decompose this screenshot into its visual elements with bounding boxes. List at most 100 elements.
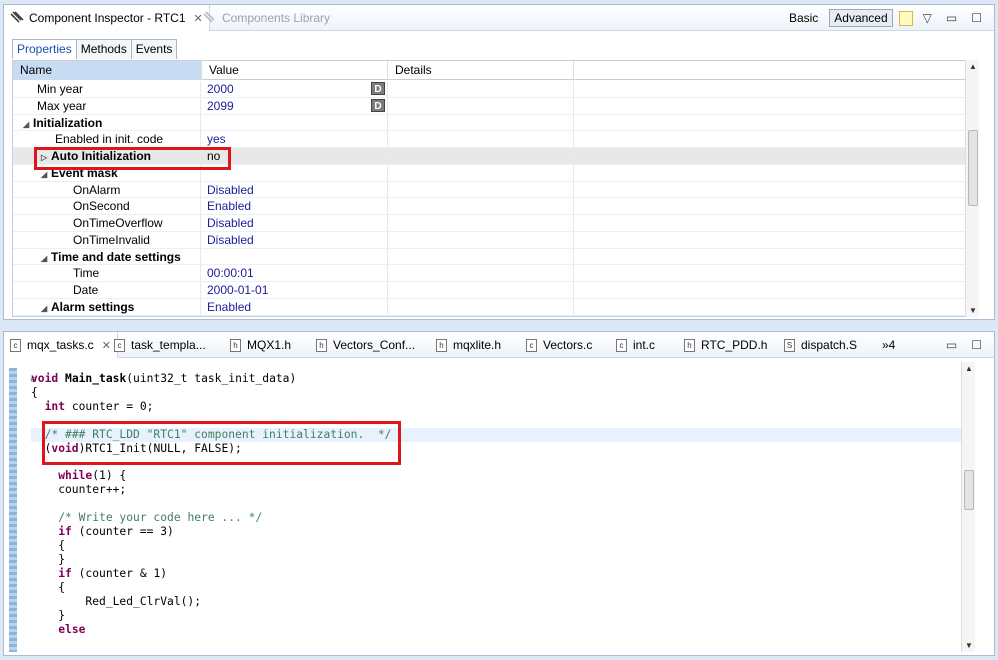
table-row[interactable]: OnTimeInvalid Disabled [13, 231, 971, 249]
code-line[interactable]: int counter = 0; [31, 400, 969, 414]
tab-dispatch-s[interactable]: S dispatch.S [778, 332, 863, 358]
expand-down-icon[interactable]: ◢ [23, 117, 33, 133]
column-header-details[interactable]: Details [388, 61, 574, 80]
scroll-down-icon[interactable]: ▼ [966, 306, 980, 315]
property-name: Min year [13, 81, 201, 97]
editor-view-controls: ▭ ☐ [942, 332, 986, 358]
code-line[interactable]: } [31, 553, 969, 567]
property-name: OnTimeOverflow [13, 215, 201, 231]
c-file-icon: c [616, 338, 627, 352]
editor-tab-label: int.c [633, 338, 656, 352]
column-header-name[interactable]: Name [13, 61, 202, 80]
tab-overflow-button[interactable]: »4 [876, 332, 901, 358]
editor-tab-label: dispatch.S [801, 338, 858, 352]
basic-mode-button[interactable]: Basic [784, 9, 823, 27]
advanced-mode-button[interactable]: Advanced [829, 9, 893, 27]
column-header-value[interactable]: Value [202, 61, 388, 80]
property-name: OnAlarm [13, 181, 201, 198]
table-row[interactable]: Min year 2000 D [13, 81, 971, 98]
maximize-icon[interactable]: ☐ [967, 11, 986, 25]
table-row[interactable]: OnAlarm Disabled [13, 181, 971, 199]
h-file-icon: h [230, 338, 241, 352]
code-line[interactable]: } [31, 609, 969, 623]
scroll-up-icon[interactable]: ▲ [966, 62, 980, 71]
editor-tab-label: Vectors_Conf... [333, 338, 416, 352]
code-text[interactable]: void Main_task(uint32_t task_init_data){… [31, 372, 969, 637]
scrollbar-thumb[interactable] [968, 130, 978, 206]
tab-rtc-pdd-h[interactable]: h RTC_PDD.h [678, 332, 773, 358]
code-line[interactable]: if (counter == 3) [31, 525, 969, 539]
code-line[interactable]: Red_Led_ClrVal(); [31, 595, 969, 609]
tab-vectors-c[interactable]: c Vectors.c [520, 332, 598, 358]
tab-int-c[interactable]: c int.c [610, 332, 661, 358]
scroll-down-icon[interactable]: ▼ [962, 641, 976, 650]
code-line[interactable]: void Main_task(uint32_t task_init_data) [31, 372, 969, 386]
table-row[interactable]: OnSecond Enabled [13, 198, 971, 215]
highlight-box-auto-initialization [34, 147, 231, 170]
property-name: Enabled in init. code [13, 131, 201, 148]
c-file-icon: c [526, 338, 537, 352]
table-row[interactable]: ◢ Alarm settings Enabled [13, 298, 971, 316]
table-row[interactable]: Max year 2099 D [13, 97, 971, 115]
view-menu-icon[interactable]: ▽ [919, 11, 936, 25]
property-name: Time [13, 265, 201, 282]
property-name: Alarm settings [51, 299, 135, 314]
subtab-properties[interactable]: Properties [12, 39, 77, 59]
expand-down-icon[interactable]: ◢ [41, 251, 51, 267]
property-name: OnSecond [13, 198, 201, 215]
property-value: Enabled [202, 298, 388, 315]
editor-tab-label: RTC_PDD.h [701, 338, 768, 352]
code-line[interactable]: /* Write your code here ... */ [31, 511, 969, 525]
tab-mqx-tasks-c[interactable]: c mqx_tasks.c ✕ [4, 332, 118, 358]
tab-components-library[interactable]: Components Library [197, 5, 336, 31]
subtab-events[interactable]: Events [130, 39, 178, 59]
editor-scrollbar[interactable]: ▲ ▼ [961, 362, 975, 652]
property-value-cell: 2099 D [202, 97, 388, 114]
code-line[interactable]: while(1) { [31, 469, 969, 483]
tab-mqxlite-h[interactable]: h mqxlite.h [430, 332, 507, 358]
table-row[interactable]: ◢ Initialization [13, 114, 971, 133]
code-editor[interactable]: ⊖ void Main_task(uint32_t task_init_data… [9, 362, 969, 652]
code-line[interactable]: { [31, 539, 969, 553]
code-line[interactable]: { [31, 581, 969, 595]
table-row[interactable]: Enabled in init. code yes [13, 131, 971, 148]
code-line[interactable] [31, 497, 969, 511]
code-line[interactable]: { [31, 386, 969, 400]
minimize-icon[interactable]: ▭ [942, 338, 961, 352]
tab-task-template[interactable]: c task_templa... [108, 332, 212, 358]
property-name: OnTimeInvalid [13, 231, 201, 248]
view-toolbar: Basic Advanced ▽ ▭ ☐ [784, 5, 986, 31]
inspector-scrollbar[interactable]: ▲ ▼ [965, 60, 979, 317]
property-details [388, 282, 574, 298]
highlight-box-init-code [42, 421, 401, 465]
table-row[interactable]: Date 2000-01-01 [13, 282, 971, 299]
scroll-up-icon[interactable]: ▲ [962, 364, 976, 373]
code-line[interactable]: if (counter & 1) [31, 567, 969, 581]
minimize-icon[interactable]: ▭ [942, 11, 961, 25]
property-value: 2000 [207, 82, 234, 96]
maximize-icon[interactable]: ☐ [967, 338, 986, 352]
expand-down-icon[interactable]: ◢ [41, 301, 51, 316]
default-button[interactable]: D [371, 82, 385, 95]
property-value: Disabled [202, 215, 388, 231]
inspector-tab-bar: Component Inspector - RTC1 ✕ Components … [4, 5, 994, 31]
tab-vectors-config[interactable]: h Vectors_Conf... [310, 332, 421, 358]
table-row[interactable]: Time 00:00:01 [13, 265, 971, 282]
scrollbar-thumb[interactable] [964, 470, 974, 510]
tab-mqx1-h[interactable]: h MQX1.h [224, 332, 297, 358]
property-details [388, 97, 574, 114]
library-icon [203, 10, 217, 26]
table-row[interactable]: ◢ Time and date settings [13, 248, 971, 267]
default-button[interactable]: D [371, 98, 385, 112]
subtab-methods[interactable]: Methods [75, 39, 132, 59]
property-value: Disabled [202, 181, 388, 198]
c-file-icon: c [114, 338, 125, 352]
property-group: ◢ Initialization [13, 114, 201, 133]
code-line[interactable]: counter++; [31, 483, 969, 497]
code-line[interactable]: else [31, 623, 969, 637]
property-details [388, 265, 574, 282]
tab-component-inspector[interactable]: Component Inspector - RTC1 ✕ [4, 5, 210, 31]
table-row[interactable]: OnTimeOverflow Disabled [13, 215, 971, 232]
property-value: yes [202, 131, 388, 148]
note-icon[interactable] [898, 10, 913, 26]
